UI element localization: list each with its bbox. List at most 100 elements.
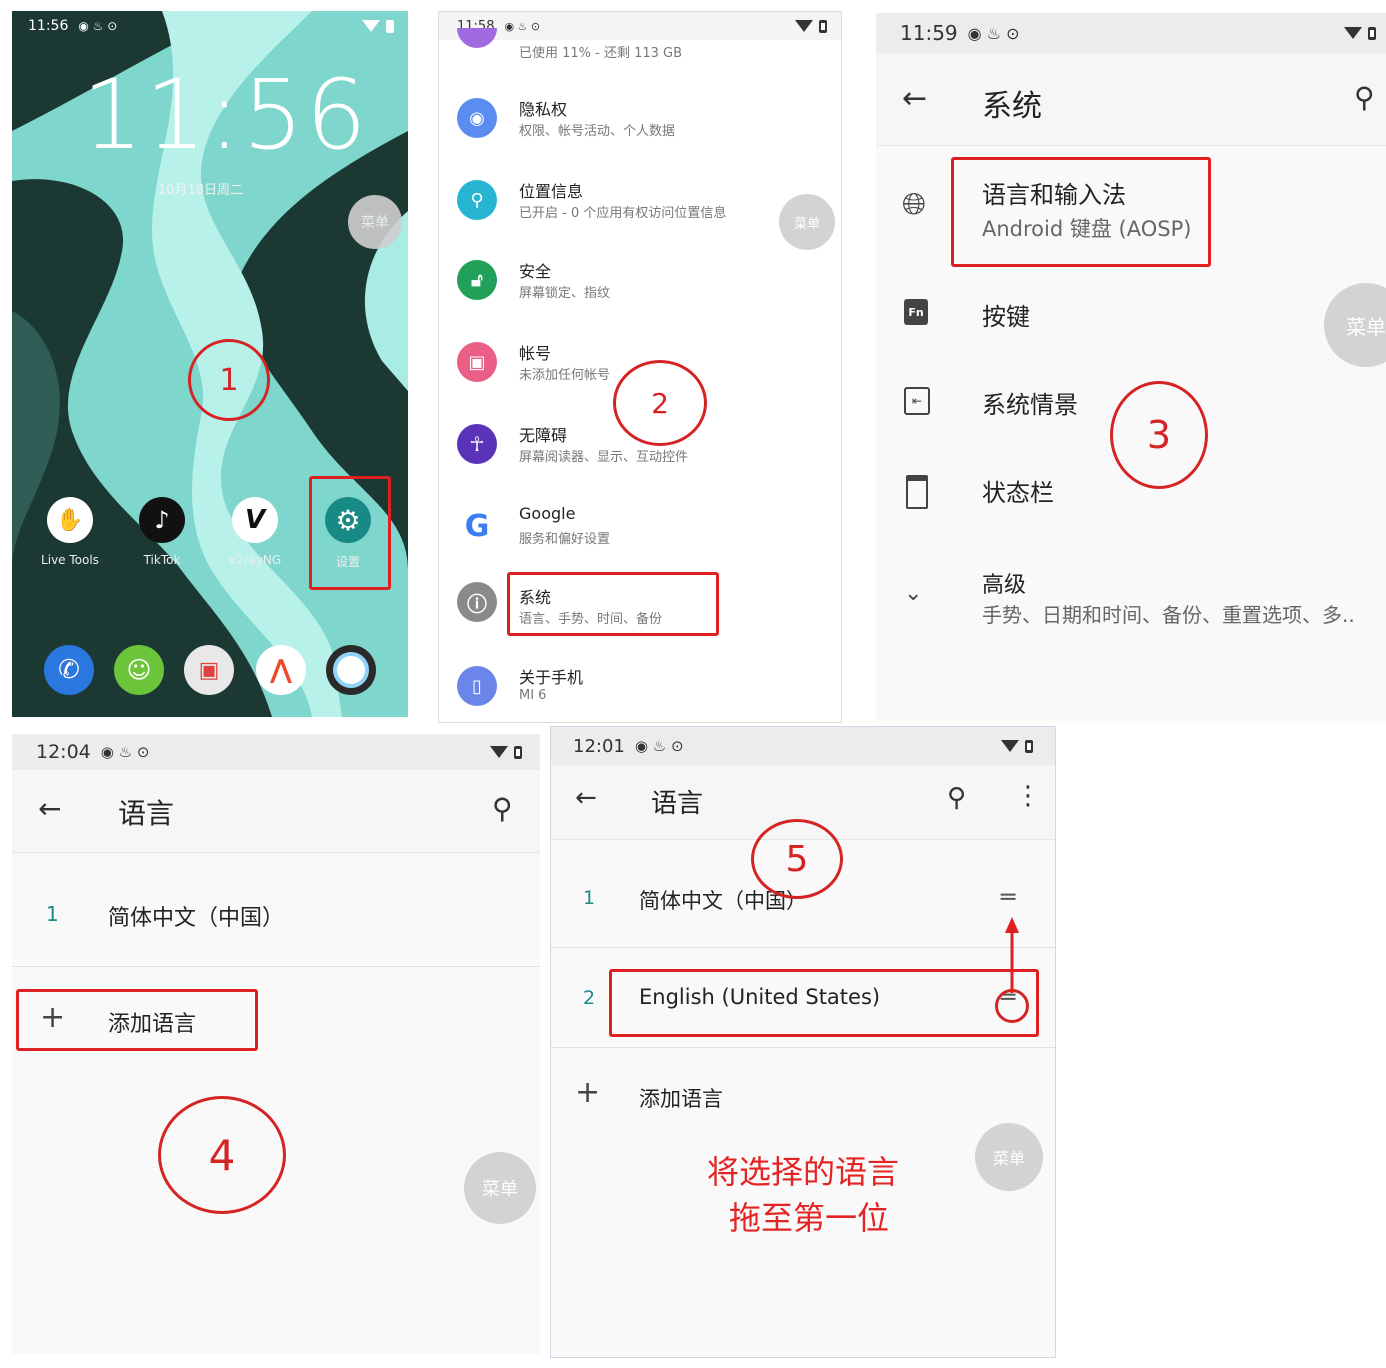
settings-item-title: Google [519,504,576,523]
lock-icon: 🔓︎ [457,260,497,300]
drag-up-arrow [1005,917,1019,993]
app-tiktok[interactable]: ♪ TikTok [132,497,192,567]
accessibility-icon: ☥ [457,424,497,464]
battery-icon [1025,739,1033,753]
language-row[interactable]: 1 简体中文（中国） [12,874,540,967]
globe-icon: 🌐︎ [902,187,926,222]
app-bar: ← 系统 ⚲ [876,53,1386,146]
notification-icons: ◉ ♨ ⊙ [967,23,1020,43]
settings-item-subtitle: 权限、帐号活动、个人数据 [519,124,676,139]
settings-item-about-phone[interactable]: ▯ 关于手机 MI 6 [439,658,841,722]
settings-item-google[interactable]: G Google 服务和偏好设置 [439,498,841,578]
step-marker-5: 5 [751,819,843,899]
language-order-number: 1 [46,902,59,926]
more-options-icon[interactable]: ⋮ [1015,781,1041,811]
language-order-number: 2 [583,987,596,1009]
system-panel: 11:59 ◉ ♨ ⊙ ← 系统 ⚲ 🌐︎ 语言和输入法 Android 键盘 … [876,13,1386,721]
google-icon: G [457,506,497,546]
v2rayng-icon: V [232,497,278,543]
settings-item-subtitle: 已开启 - 0 个应用有权访问位置信息 [519,206,727,221]
search-icon[interactable]: ⚲ [1354,81,1375,114]
page-title: 系统 [982,89,1042,124]
step-marker-2: 2 [613,360,707,446]
step-marker-1: 1 [188,339,270,421]
settings-item-security[interactable]: 🔓︎ 安全 屏幕锁定、指纹 [439,252,841,332]
notification-icons: ◉ ♨ ⊙ [100,743,150,761]
app-bar: ← 语言 ⚲ [12,770,540,853]
app-label: Live Tools [41,553,99,567]
add-language-button[interactable]: + 添加语言 [551,1065,1055,1125]
wifi-icon [490,746,508,758]
step-marker-4: 4 [158,1096,286,1214]
highlight-language-input [951,157,1211,267]
status-bar: 11:56 ◉ ♨ ⊙ [12,11,408,41]
battery-icon [514,745,522,759]
status-bar-icon [906,475,928,509]
lockscreen-date: 10月18日周二 [158,183,244,198]
notification-icons: ◉ ♨ ⊙ [634,737,684,755]
floating-menu-button[interactable]: 菜单 [779,194,835,250]
settings-item-title: 帐号 [519,344,552,363]
settings-item-subtitle: 屏幕锁定、指纹 [519,286,611,301]
page-title: 语言 [651,789,704,819]
settings-item-title: 关于手机 [519,668,584,687]
settings-item-title: 隐私权 [519,100,568,119]
battery-icon [386,19,394,33]
back-arrow-icon[interactable]: ← [575,783,597,813]
app-v2rayng[interactable]: V v2rayNG [222,497,288,567]
floating-menu-button[interactable]: 菜单 [464,1152,536,1224]
system-scene-icon: ⇤ [904,387,930,415]
search-icon[interactable]: ⚲ [492,792,513,825]
system-item-title: 状态栏 [982,479,1054,507]
plus-icon: + [575,1075,601,1110]
floating-menu-button[interactable]: 菜单 [348,195,402,249]
tiktok-icon: ♪ [139,497,185,543]
wifi-icon [1001,740,1019,752]
location-pin-icon: ⚲ [457,180,497,220]
app-live-tools[interactable]: ✋ Live Tools [40,497,100,567]
phone-icon[interactable]: ✆ [44,645,94,695]
settings-item-title: 位置信息 [519,182,584,201]
camera-icon[interactable] [326,645,376,695]
system-item-title: 高级 [982,573,1027,598]
search-icon[interactable]: ⚲ [947,783,966,813]
storage-icon [457,28,497,48]
settings-item-privacy[interactable]: ◉ 隐私权 权限、帐号活动、个人数据 [439,90,841,170]
settings-item-title: 安全 [519,262,552,281]
highlight-system [507,572,719,636]
language-panel-add: 12:04 ◉ ♨ ⊙ ← 语言 ⚲ 1 简体中文（中国） + 添加语言 4 菜… [12,734,540,1354]
chevron-down-icon: ⌄ [904,581,923,606]
back-arrow-icon[interactable]: ← [902,81,927,116]
notification-icons: ◉ ♨ ⊙ [78,19,118,33]
contacts-icon[interactable]: ▣ [184,645,234,695]
floating-menu-button[interactable]: 菜单 [975,1123,1043,1191]
home-screen-panel: 11:56 ◉ ♨ ⊙ 11:56 10月18日周二 菜单 1 ✋ Live T… [12,11,408,717]
browser-icon[interactable]: ⋀ [256,645,306,695]
live-tools-icon: ✋ [47,497,93,543]
wifi-icon [795,20,813,32]
back-arrow-icon[interactable]: ← [38,792,61,825]
system-item-advanced[interactable]: ⌄ 高级 手势、日期和时间、备份、重置选项、多.. [876,561,1386,641]
status-bar: 12:01 ◉ ♨ ⊙ [551,727,1055,765]
settings-panel: 11:58 ◉ ♨ ⊙ 已使用 11% - 还剩 113 GB ◉ 隐私权 权限… [438,11,842,723]
highlight-settings [309,476,391,590]
battery-icon [1368,26,1376,40]
phone-info-icon: ▯ [457,666,497,706]
highlight-add-language [16,989,258,1051]
language-panel-reorder: 12:01 ◉ ♨ ⊙ ← 语言 ⚲ ⋮ 1 简体中文（中国） ═ 2 Engl… [550,726,1056,1358]
battery-icon [819,19,827,33]
instruction-line-2: 拖至第一位 [729,1199,890,1237]
messages-icon[interactable]: ☺ [114,645,164,695]
settings-item-subtitle: 屏幕阅读器、显示、互动控件 [519,450,689,465]
settings-item-title: 无障碍 [519,426,568,445]
drag-handle-icon[interactable]: ═ [1001,883,1015,911]
fn-key-icon: Fn [904,299,928,325]
page-title: 语言 [118,797,175,830]
app-label: v2rayNG [228,553,282,567]
account-icon: ▣ [457,342,497,382]
step-marker-3: 3 [1110,381,1208,489]
status-time: 11:59 [900,21,958,45]
system-item-keys[interactable]: Fn 按键 [876,283,1386,347]
system-item-title: 按键 [982,303,1030,331]
status-bar: 12:04 ◉ ♨ ⊙ [12,734,540,770]
